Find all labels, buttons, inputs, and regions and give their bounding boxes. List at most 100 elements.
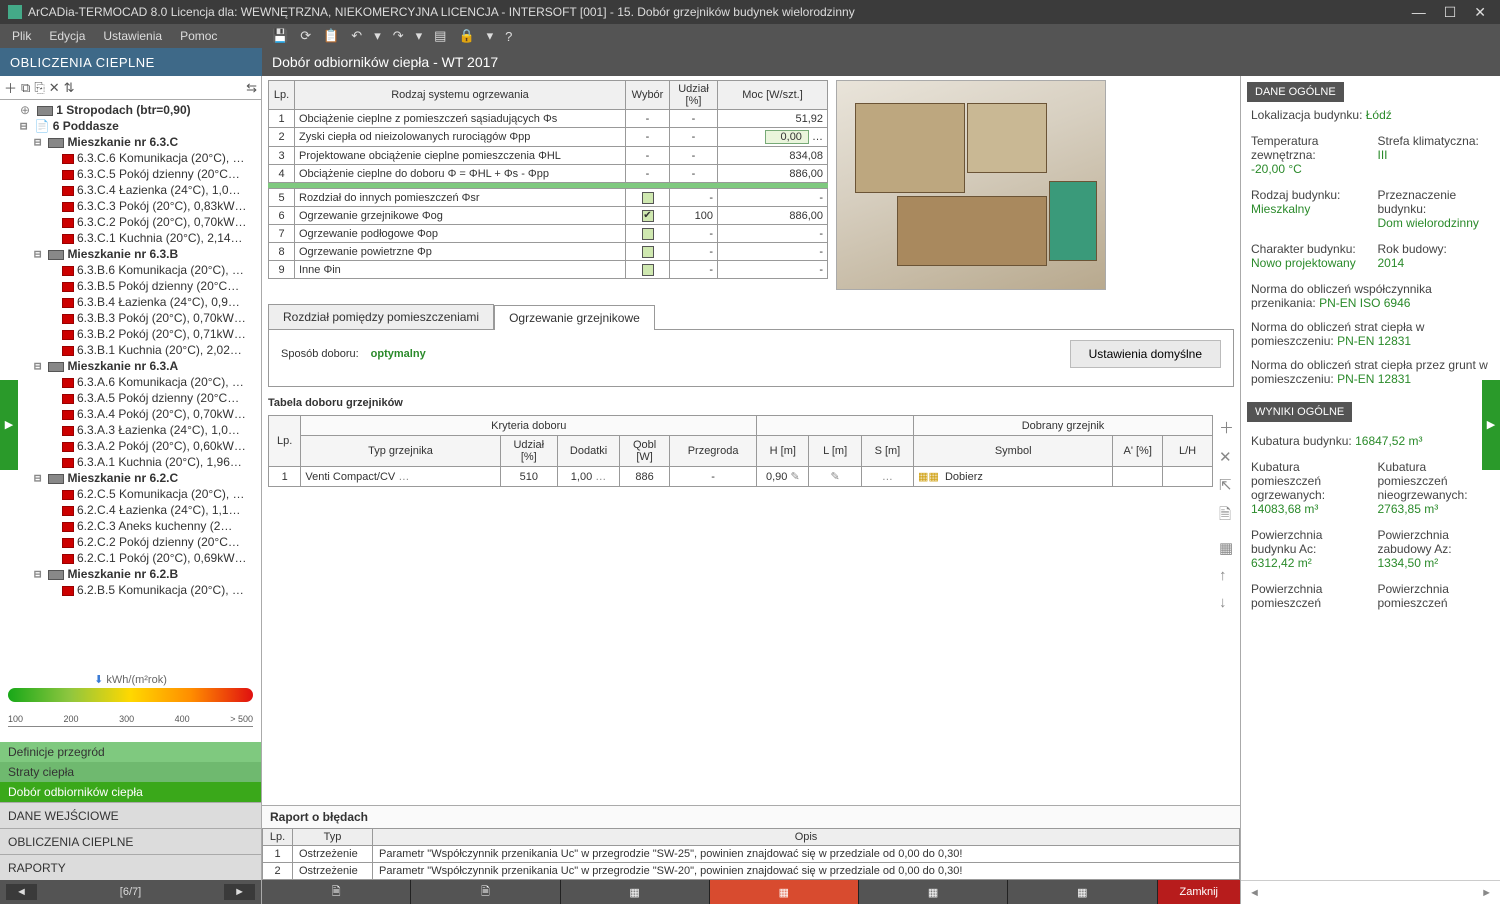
expand-right-handle[interactable] [1482, 380, 1500, 470]
table-row[interactable]: 4Obciążenie cieplne do doboru Φ = ΦHL + … [269, 165, 828, 183]
up-icon[interactable]: ↑ [1219, 567, 1234, 584]
tab-radiator[interactable]: Ogrzewanie grzejnikowe [494, 305, 655, 330]
doc-icon[interactable]: 🗎 [1219, 504, 1234, 529]
tree-item[interactable]: 6.2.C.4 Łazienka (24°C), 1,1… [4, 502, 261, 518]
save-icon[interactable]: 💾 [272, 28, 288, 44]
ellipsis-icon[interactable]: … [882, 471, 893, 483]
nav-prev[interactable]: ◄ [6, 884, 37, 900]
table-row[interactable]: 9Inne Φin-- [269, 261, 828, 279]
tree-item[interactable]: 6.3.C.1 Kuchnia (20°C), 2,14… [4, 230, 261, 246]
menu-settings[interactable]: Ustawienia [103, 29, 162, 43]
nav-next[interactable]: ► [224, 884, 255, 900]
scroll-right-icon[interactable]: ► [1481, 887, 1492, 899]
lock-dd-icon[interactable]: ▾ [487, 28, 494, 44]
tree-item[interactable]: 6.3.B.2 Pokój (20°C), 0,71kW… [4, 326, 261, 342]
tree-item[interactable]: ⊕ 1 Stropodach (btr=0,90) [4, 102, 261, 118]
close-button[interactable]: Zamknij [1158, 880, 1241, 904]
redo-icon[interactable]: ↷ [393, 28, 404, 44]
checkbox[interactable] [642, 210, 654, 222]
tree-item[interactable]: ⊟ Mieszkanie nr 6.3.C [4, 134, 261, 150]
tree-item[interactable]: 6.2.C.2 Pokój dzienny (20°C… [4, 534, 261, 550]
tree-item[interactable]: 6.3.A.2 Pokój (20°C), 0,60kW… [4, 438, 261, 454]
copy-icon[interactable]: 📋 [323, 28, 339, 44]
delete-icon[interactable]: ✕ [49, 80, 60, 96]
table-row[interactable]: 5Rozdział do innych pomieszczeń Φsr-- [269, 189, 828, 207]
link-icon[interactable]: ⇱ [1219, 476, 1234, 494]
tree-item[interactable]: ⊟ 📄 6 Poddasze [4, 118, 261, 134]
mode-value[interactable]: optymalny [371, 348, 426, 360]
help-icon[interactable]: ? [505, 29, 512, 44]
bottom-seg-6[interactable]: ▦ [1008, 880, 1157, 904]
tree-item[interactable]: 6.2.C.3 Aneks kuchenny (2… [4, 518, 261, 534]
undo-icon[interactable]: ↶ [351, 28, 362, 44]
table-row[interactable]: 1Obciążenie cieplne z pomieszczeń sąsiad… [269, 110, 828, 128]
tree-item[interactable]: 6.3.B.6 Komunikacja (20°C), … [4, 262, 261, 278]
tree-item[interactable]: 6.3.B.1 Kuchnia (20°C), 2,02… [4, 342, 261, 358]
table-row[interactable]: 3Projektowane obciążenie cieplne pomiesz… [269, 147, 828, 165]
cat-input[interactable]: DANE WEJŚCIOWE [0, 802, 261, 828]
tree-item[interactable]: ⊟ Mieszkanie nr 6.2.B [4, 566, 261, 582]
maximize-icon[interactable]: ☐ [1444, 4, 1457, 21]
tree[interactable]: ⊕ 1 Stropodach (btr=0,90)⊟ 📄 6 Poddasze⊟… [0, 100, 261, 669]
layers-icon[interactable]: ▤ [434, 28, 446, 44]
tree-item[interactable]: 6.3.C.4 Łazienka (24°C), 1,0… [4, 182, 261, 198]
undo-dd-icon[interactable]: ▾ [374, 28, 381, 44]
errors-table[interactable]: Lp. Typ Opis 1OstrzeżenieParametr "Współ… [262, 828, 1240, 880]
ellipsis-icon[interactable]: … [595, 471, 606, 483]
add-icon[interactable]: ＋ [4, 78, 17, 97]
radiator-table[interactable]: Lp. Kryteria doboru Dobrany grzejnik Typ… [268, 415, 1213, 487]
sort-icon[interactable]: ⇅ [64, 80, 75, 96]
tree-item[interactable]: ⊟ Mieszkanie nr 6.2.C [4, 470, 261, 486]
defaults-button[interactable]: Ustawienia domyślne [1070, 340, 1221, 368]
tree-item[interactable]: 6.3.A.5 Pokój dzienny (20°C… [4, 390, 261, 406]
tree-item[interactable]: ⊟ Mieszkanie nr 6.3.B [4, 246, 261, 262]
lock-icon[interactable]: 🔒 [458, 28, 474, 44]
pencil-icon[interactable]: ✎ [790, 471, 799, 483]
tree-item[interactable]: 6.3.C.2 Pokój (20°C), 0,70kW… [4, 214, 261, 230]
tree-item[interactable]: 6.3.B.5 Pokój dzienny (20°C… [4, 278, 261, 294]
table-row[interactable]: 8Ogrzewanie powietrzne Φp-- [269, 243, 828, 261]
tree-item[interactable]: 6.3.B.3 Pokój (20°C), 0,70kW… [4, 310, 261, 326]
error-row[interactable]: 1OstrzeżenieParametr "Współczynnik przen… [263, 846, 1240, 863]
tree-item[interactable]: 6.3.C.5 Pokój dzienny (20°C… [4, 166, 261, 182]
tree-item[interactable]: 6.3.C.3 Pokój (20°C), 0,83kW… [4, 198, 261, 214]
table-row[interactable]: 2Zyski ciepła od nieizolowanych rurociąg… [269, 128, 828, 147]
checkbox[interactable] [642, 264, 654, 276]
cat-calc[interactable]: OBLICZENIA CIEPLNE [0, 828, 261, 854]
tree-item[interactable]: 6.3.A.1 Kuchnia (20°C), 1,96… [4, 454, 261, 470]
remove-row-icon[interactable]: ✕ [1219, 448, 1234, 466]
ellipsis-icon[interactable]: … [398, 471, 409, 483]
checkbox[interactable] [642, 192, 654, 204]
right-scroll[interactable]: ◄► [1241, 880, 1500, 904]
minimize-icon[interactable]: — [1412, 4, 1426, 21]
tree-item[interactable]: 6.3.A.3 Łazienka (24°C), 1,0… [4, 422, 261, 438]
checkbox[interactable] [642, 228, 654, 240]
table-row[interactable]: 6Ogrzewanie grzejnikowe Φog100886,00 [269, 207, 828, 225]
bottom-seg-4[interactable]: ▦ [710, 880, 859, 904]
checkbox[interactable] [642, 246, 654, 258]
cat-heatloss[interactable]: Straty ciepła [0, 762, 261, 782]
expand-left-handle[interactable] [0, 380, 18, 470]
tree-item[interactable]: 6.2.C.1 Pokój (20°C), 0,69kW… [4, 550, 261, 566]
scroll-left-icon[interactable]: ◄ [1249, 887, 1260, 899]
tree-item[interactable]: 6.3.B.4 Łazienka (24°C), 0,9… [4, 294, 261, 310]
bottom-seg-2[interactable]: 🗎 [411, 880, 560, 904]
heating-system-table[interactable]: Lp. Rodzaj systemu ogrzewania Wybór Udzi… [268, 80, 828, 279]
close-icon[interactable]: ✕ [1474, 4, 1486, 21]
table-row[interactable]: 7Ogrzewanie podłogowe Φop-- [269, 225, 828, 243]
menu-file[interactable]: Plik [12, 29, 31, 43]
menu-help[interactable]: Pomoc [180, 29, 217, 43]
error-row[interactable]: 2OstrzeżenieParametr "Współczynnik przen… [263, 863, 1240, 880]
collapse-icon[interactable]: ⇆ [246, 80, 257, 96]
bottom-seg-3[interactable]: ▦ [561, 880, 710, 904]
bottom-seg-1[interactable]: 🗎 [262, 880, 411, 904]
down-icon[interactable]: ↓ [1219, 594, 1234, 611]
copy-left-icon[interactable]: ⎘ [34, 80, 44, 96]
cat-reports[interactable]: RAPORTY [0, 854, 261, 880]
tree-item[interactable]: 6.3.C.6 Komunikacja (20°C), … [4, 150, 261, 166]
add-row-icon[interactable]: ＋ [1219, 417, 1234, 438]
tree-item[interactable]: 6.3.A.6 Komunikacja (20°C), … [4, 374, 261, 390]
cat-definitions[interactable]: Definicje przegród [0, 742, 261, 762]
pencil-icon[interactable]: ✎ [830, 471, 839, 483]
refresh-icon[interactable]: ⟳ [300, 28, 311, 44]
